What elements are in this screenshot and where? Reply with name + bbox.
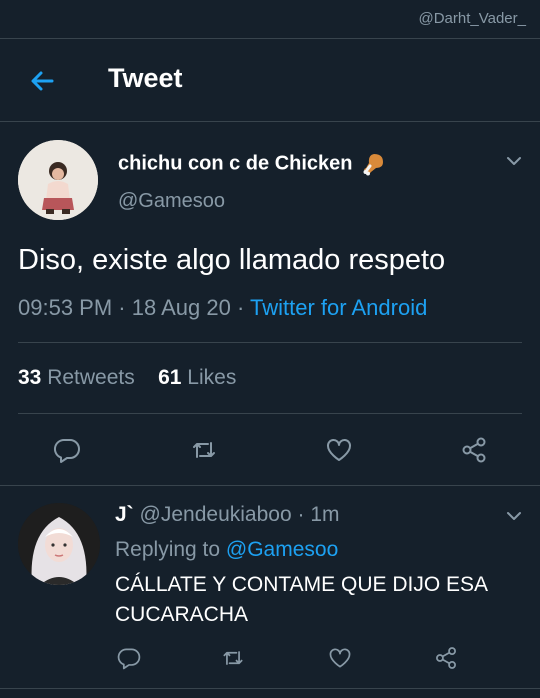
replying-to: Replying to @Gamesoo — [115, 538, 338, 562]
meta-separator: · — [297, 503, 305, 526]
reply-icon[interactable] — [116, 645, 142, 671]
retweet-icon[interactable] — [220, 645, 246, 671]
likes-stat[interactable]: 61 Likes — [158, 366, 236, 389]
divider — [0, 485, 540, 486]
reply-text: CÁLLATE Y CONTAME QUE DIJO ESA CUCARACHA — [115, 573, 487, 626]
drumstick-emoji-icon — [363, 154, 384, 176]
likes-label: Likes — [187, 366, 237, 389]
page-title: Tweet — [108, 63, 183, 93]
retweets-label: Retweets — [47, 366, 135, 389]
meta-separator: · — [118, 295, 132, 320]
reply-avatar-image — [18, 503, 100, 585]
tweet-text: Diso, existe algo llamado respeto — [18, 244, 446, 276]
display-name-text: chichu con c de Chicken — [118, 152, 353, 175]
header-bar: Tweet — [0, 38, 540, 122]
divider — [18, 413, 522, 414]
share-icon[interactable] — [433, 645, 459, 671]
tweet-client-link[interactable]: Twitter for Android — [250, 295, 427, 320]
replying-label: Replying to — [115, 538, 221, 561]
divider — [0, 688, 540, 689]
reply-display-name[interactable]: J` — [115, 503, 134, 526]
avatar[interactable] — [18, 140, 98, 220]
avatar-image — [18, 140, 98, 220]
meta-separator: · — [236, 295, 251, 320]
retweets-count: 33 — [18, 366, 42, 389]
display-name[interactable]: chichu con c de Chicken — [118, 151, 386, 177]
tweet-stats: 33 Retweets 61 Likes — [18, 366, 236, 390]
reply-icon[interactable] — [52, 435, 82, 465]
tweet-time: 09:53 PM — [18, 295, 113, 320]
like-icon[interactable] — [327, 645, 353, 671]
likes-count: 61 — [158, 366, 182, 389]
back-arrow-icon[interactable] — [26, 65, 58, 97]
tweet-date: 18 Aug 20 — [131, 295, 231, 320]
share-icon[interactable] — [459, 435, 489, 465]
user-handle[interactable]: @Gamesoo — [118, 190, 225, 213]
retweet-icon[interactable] — [189, 435, 219, 465]
reply-avatar[interactable] — [18, 503, 100, 585]
reply-handle[interactable]: @Jendeukiaboo — [140, 503, 292, 526]
tweet-meta: 09:53 PM · 18 Aug 20 · Twitter for Andro… — [18, 295, 427, 321]
watermark: @Darht_Vader_ — [418, 10, 526, 27]
chevron-down-icon[interactable] — [503, 150, 525, 172]
replying-to-mention[interactable]: @Gamesoo — [226, 538, 338, 561]
reply-time: 1m — [310, 503, 340, 526]
reply-header: J` @Jendeukiaboo · 1m — [115, 503, 340, 527]
chevron-down-icon[interactable] — [503, 505, 525, 527]
retweets-stat[interactable]: 33 Retweets — [18, 366, 135, 389]
divider — [18, 342, 522, 343]
like-icon[interactable] — [324, 435, 354, 465]
